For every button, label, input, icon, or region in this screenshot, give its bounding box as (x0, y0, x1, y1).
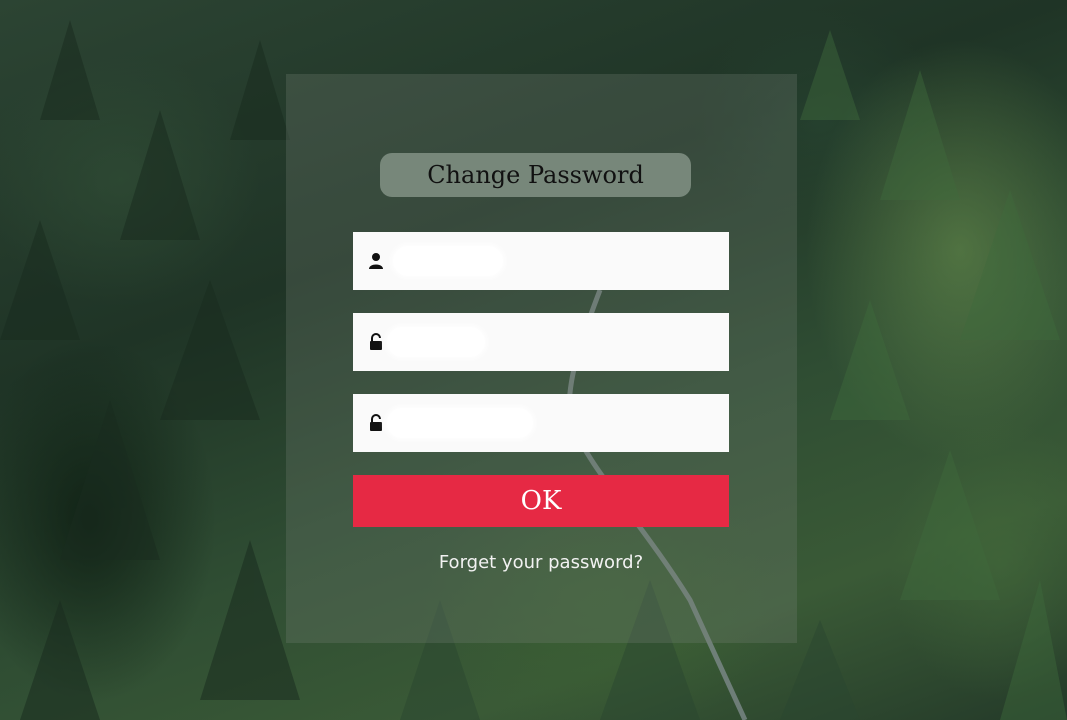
forgot-password-link[interactable]: Forget your password? (353, 552, 729, 573)
redacted-value (387, 327, 485, 357)
redacted-value (393, 246, 503, 276)
redacted-value (387, 408, 533, 438)
username-field[interactable] (353, 232, 729, 290)
new-password-field[interactable] (353, 394, 729, 452)
ok-button[interactable]: OK (353, 475, 729, 527)
unlock-icon (370, 333, 382, 350)
unlock-icon (370, 414, 382, 431)
page-title: Change Password (380, 153, 691, 197)
current-password-field[interactable] (353, 313, 729, 371)
user-icon (369, 253, 383, 269)
